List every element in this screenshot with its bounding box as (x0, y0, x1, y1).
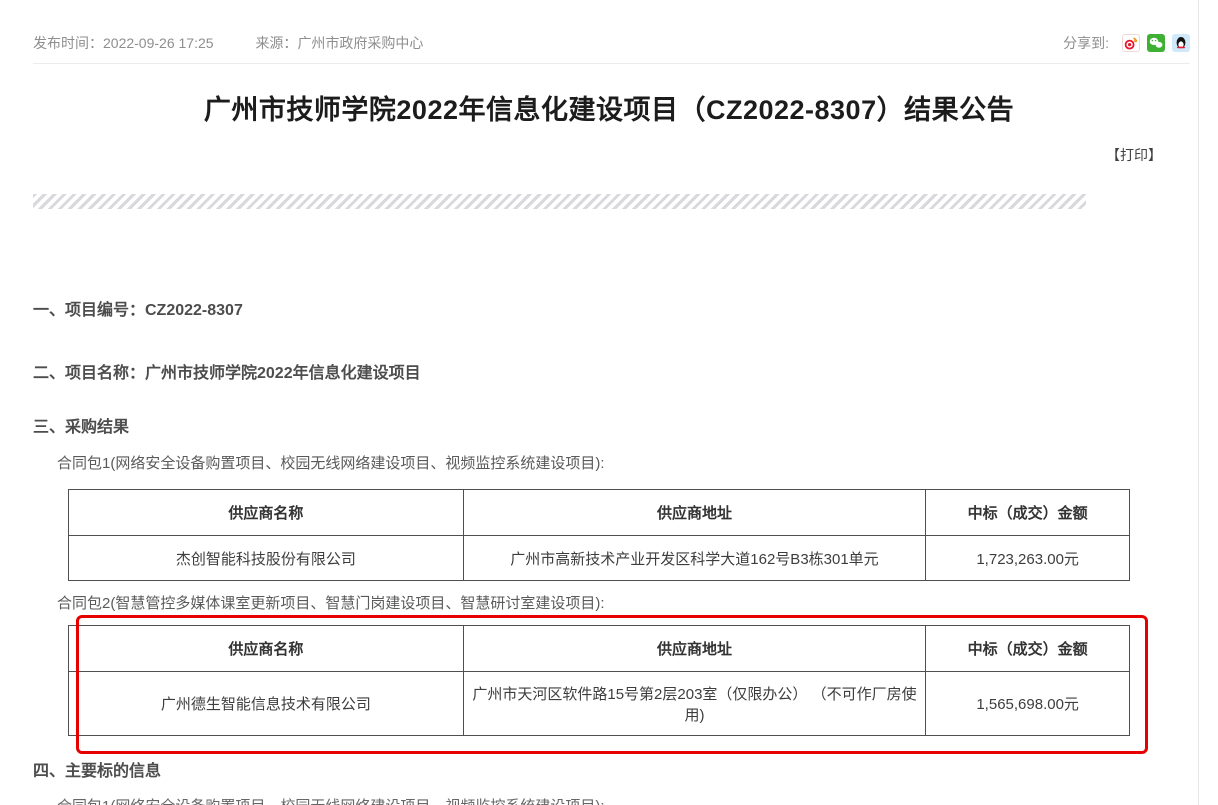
supplier-name-cell: 广州德生智能信息技术有限公司 (69, 672, 464, 736)
meta-bar: 发布时间：2022-09-26 17:25 来源：广州市政府采购中心 分享到: (33, 33, 1190, 55)
share-area: 分享到: (1063, 33, 1190, 53)
section-main-subject-info: 四、主要标的信息 (33, 757, 161, 781)
publish-time-value: 2022-09-26 17:25 (103, 35, 214, 51)
package2-label: 合同包2(智慧管控多媒体课室更新项目、智慧门岗建设项目、智慧研讨室建设项目): (57, 592, 605, 613)
source-label: 来源： (255, 35, 297, 51)
print-button[interactable]: 【打印】 (1106, 145, 1162, 165)
package1-label: 合同包1(网络安全设备购置项目、校园无线网络建设项目、视频监控系统建设项目): (57, 452, 605, 473)
header-award-amount: 中标（成交）金额 (926, 626, 1130, 672)
source: 来源：广州市政府采购中心 (255, 35, 423, 51)
supplier-name-cell: 杰创智能科技股份有限公司 (69, 536, 464, 581)
header-award-amount: 中标（成交）金额 (926, 490, 1130, 536)
supplier-address-cell: 广州市天河区软件路15号第2层203室（仅限办公） （不可作厂房使用) (463, 672, 926, 736)
header-supplier-name: 供应商名称 (69, 626, 464, 672)
weibo-icon[interactable] (1122, 34, 1140, 52)
award-amount-cell: 1,723,263.00元 (926, 536, 1130, 581)
publish-time-label: 发布时间： (33, 35, 103, 51)
qq-icon[interactable] (1172, 34, 1190, 52)
package1-table: 供应商名称 供应商地址 中标（成交）金额 杰创智能科技股份有限公司 广州市高新技… (68, 489, 1130, 581)
header-supplier-name: 供应商名称 (69, 490, 464, 536)
supplier-address-cell: 广州市高新技术产业开发区科学大道162号B3栋301单元 (463, 536, 926, 581)
table-row: 广州德生智能信息技术有限公司 广州市天河区软件路15号第2层203室（仅限办公）… (69, 672, 1130, 736)
table-header-row: 供应商名称 供应商地址 中标（成交）金额 (69, 490, 1130, 536)
table-header-row: 供应商名称 供应商地址 中标（成交）金额 (69, 626, 1130, 672)
section-project-number: 一、项目编号：CZ2022-8307 (33, 296, 243, 320)
content-right-border (1198, 0, 1199, 805)
clipped-bottom-line: 合同包1(网络安全设备购置项目、校园无线网络建设项目、视频监控系统建设项目): (57, 795, 605, 805)
header-supplier-address: 供应商地址 (463, 626, 926, 672)
package2-table: 供应商名称 供应商地址 中标（成交）金额 广州德生智能信息技术有限公司 广州市天… (68, 625, 1130, 736)
share-icons (1115, 34, 1190, 52)
publish-time: 发布时间：2022-09-26 17:25 (33, 35, 214, 51)
page-title: 广州市技师学院2022年信息化建设项目（CZ2022-8307）结果公告 (0, 88, 1218, 127)
wechat-icon[interactable] (1147, 34, 1165, 52)
hatched-divider (33, 194, 1086, 209)
award-amount-cell: 1,565,698.00元 (926, 672, 1130, 736)
table-row: 杰创智能科技股份有限公司 广州市高新技术产业开发区科学大道162号B3栋301单… (69, 536, 1130, 581)
section-procurement-result: 三、采购结果 (33, 413, 129, 437)
meta-divider (33, 63, 1190, 64)
share-label: 分享到: (1063, 33, 1109, 53)
header-supplier-address: 供应商地址 (463, 490, 926, 536)
announcement-page: 发布时间：2022-09-26 17:25 来源：广州市政府采购中心 分享到: (0, 0, 1218, 805)
source-value: 广州市政府采购中心 (297, 35, 423, 51)
section-project-name: 二、项目名称：广州市技师学院2022年信息化建设项目 (33, 359, 421, 383)
